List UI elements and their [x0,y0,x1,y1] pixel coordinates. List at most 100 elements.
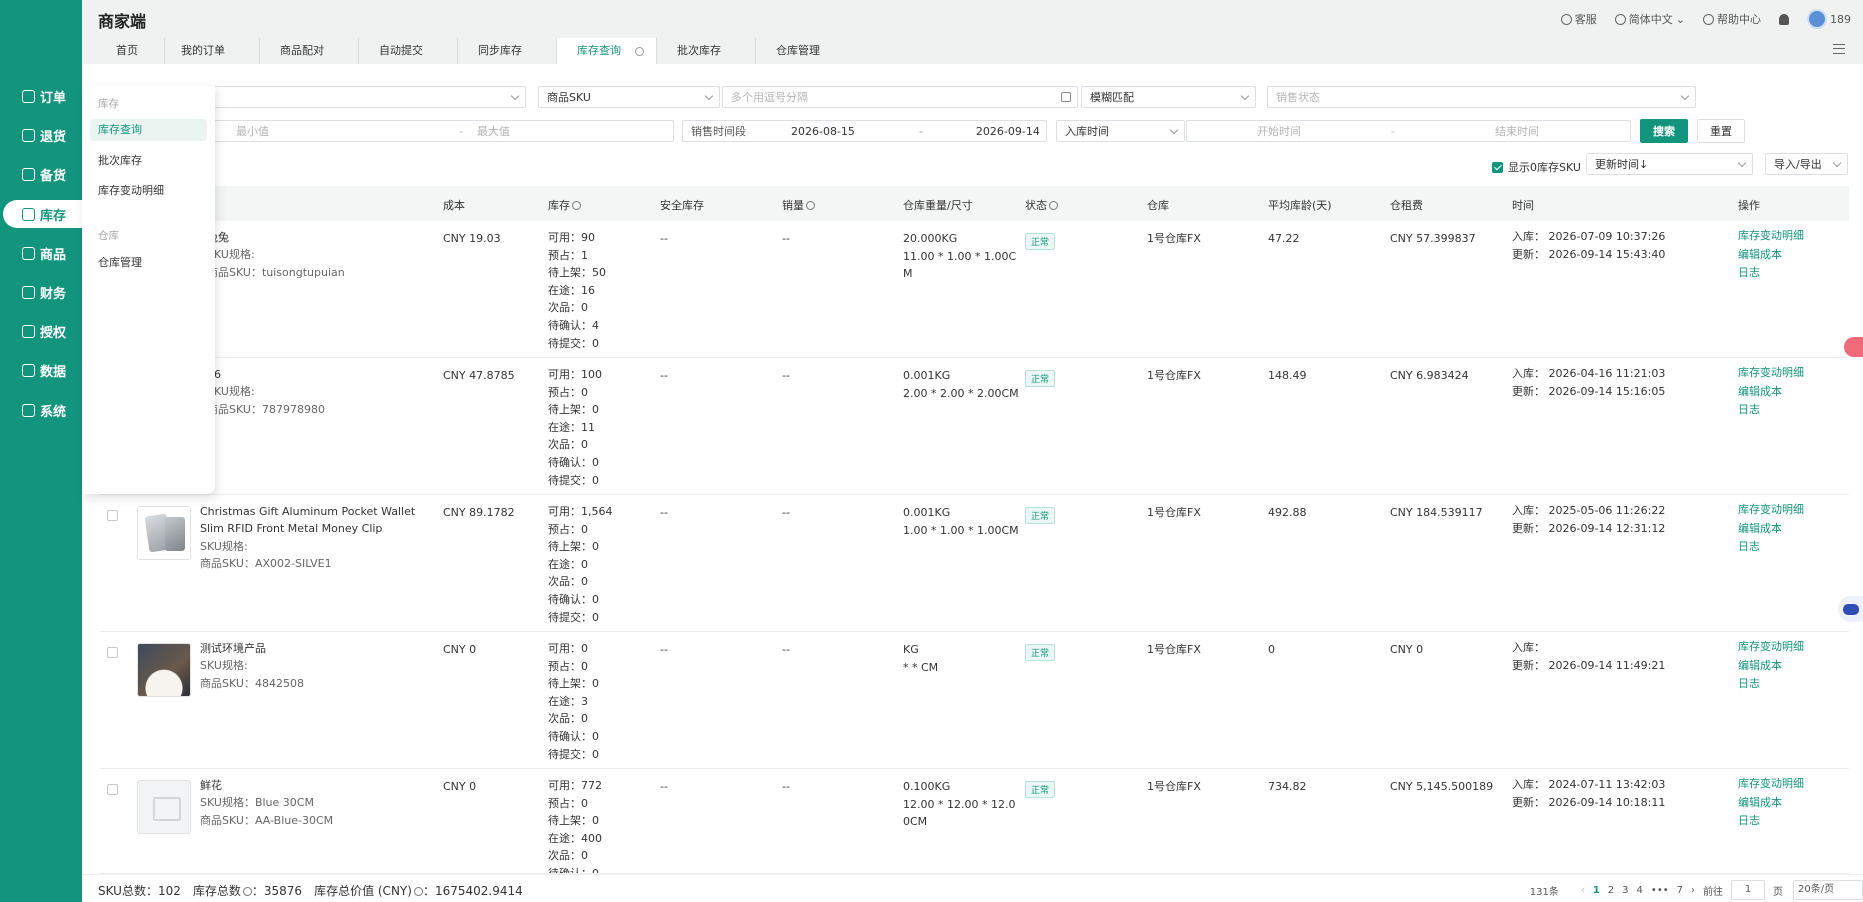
edit-cost-link[interactable]: 编辑成本 [1738,794,1804,813]
rent-value: CNY 184.539117 [1390,506,1483,519]
sidebar-item-returns[interactable]: 退货 [0,121,82,149]
product-name[interactable]: 鲜花 [200,777,425,794]
prev-page-icon[interactable]: ‹ [1577,885,1589,896]
product-name[interactable]: Christmas Gift Aluminum Pocket Wallet Sl… [200,503,425,538]
chatbot-icon[interactable] [1838,596,1863,622]
stock-line: 次品：0 [548,438,588,452]
warehouse-select[interactable] [200,86,526,108]
sidebar-item-inventory[interactable]: 库存 [3,200,82,228]
goto-page-input[interactable]: 1 [1731,880,1765,900]
batch-input-icon[interactable] [1061,92,1071,102]
tab-batch-stock[interactable]: 批次库存 [657,38,756,64]
sidebar-item-finance[interactable]: 财务 [0,278,82,306]
inbound-time: 入库： 2024-07-11 13:42:03 [1512,778,1666,791]
page-2[interactable]: 2 [1604,885,1618,896]
bell-icon[interactable] [1779,13,1789,25]
max-placeholder: 最大值 [476,125,510,138]
sku-type-select[interactable]: 商品SKU [538,86,720,108]
sidebar-item-products[interactable]: 商品 [0,239,82,267]
row-checkbox[interactable] [107,647,118,658]
sidebar-item-orders[interactable]: 订单 [0,82,82,110]
product-name[interactable]: 46 [207,366,432,383]
page-7[interactable]: 7 [1673,885,1687,896]
product-sku: 商品SKU：787978980 [207,402,325,416]
log-link[interactable]: 日志 [1738,812,1804,831]
log-link[interactable]: 日志 [1738,401,1804,420]
tab-product-pairing[interactable]: 商品配对 [260,38,359,64]
submenu-item-stock-query[interactable]: 库存查询 [90,119,207,141]
sales-end-date[interactable]: 2026-09-14 [976,125,1040,138]
edit-cost-link[interactable]: 编辑成本 [1738,246,1804,265]
tab-my-orders[interactable]: 我的订单 [165,38,260,64]
avg-age-value: 148.49 [1268,369,1307,382]
edit-cost-link[interactable]: 编辑成本 [1738,657,1804,676]
language-select[interactable]: 简体中文 ⌄ [1614,11,1685,27]
stock-changes-link[interactable]: 库存变动明细 [1738,227,1804,246]
stock-changes-link[interactable]: 库存变动明细 [1738,364,1804,383]
menu-icon[interactable] [1833,44,1845,54]
sales-start-date[interactable]: 2026-08-15 [791,125,855,138]
submenu-item-batch-stock[interactable]: 批次库存 [98,152,142,168]
floating-tool-icon[interactable] [1844,337,1863,357]
tab-auto-submit[interactable]: 自动提交 [359,38,458,64]
log-link[interactable]: 日志 [1738,264,1804,283]
row-checkbox[interactable] [107,510,118,521]
import-export-button[interactable]: 导入/导出 [1765,153,1848,175]
tab-home[interactable]: 首页 [96,38,165,64]
sidebar-item-data[interactable]: 数据 [0,356,82,384]
product-image [137,780,191,834]
submenu-item-stock-changes[interactable]: 库存变动明细 [98,182,164,198]
sidebar-item-auth[interactable]: 授权 [0,317,82,345]
stock-changes-link[interactable]: 库存变动明细 [1738,775,1804,794]
submenu-item-warehouse-mgmt[interactable]: 仓库管理 [98,254,142,270]
page-size-select[interactable]: 20条/页 [1793,880,1863,900]
help-icon[interactable] [572,201,581,210]
sidebar-item-label: 数据 [40,364,67,380]
help-icon[interactable] [413,887,423,896]
sku-spec: SKU规格: [200,659,248,673]
stock-changes-link[interactable]: 库存变动明细 [1738,501,1804,520]
product-name[interactable]: 兔兔 [207,229,432,246]
log-link[interactable]: 日志 [1738,538,1804,557]
sort-select[interactable]: 更新时间↓ [1586,153,1753,175]
page-1[interactable]: 1 [1589,885,1604,896]
time-type-select[interactable]: 入库时间 [1056,120,1185,142]
next-page-icon[interactable]: › [1687,885,1699,896]
product-name[interactable]: 测试环境产品 [200,640,425,657]
col-sales: 销量 [782,197,815,213]
reset-button[interactable]: 重置 [1697,119,1745,143]
row-checkbox[interactable] [107,784,118,795]
sku-input[interactable]: 多个用逗号分隔 [722,86,1078,108]
page-4[interactable]: 4 [1633,885,1647,896]
time-range-input[interactable]: 开始时间 - 结束时间 [1186,120,1631,142]
help-icon[interactable] [1049,201,1058,210]
sales-period-range[interactable]: 销售时间段 2026-08-15 - 2026-09-14 [682,120,1047,142]
tab-stock-query[interactable]: 库存查询 [557,38,657,64]
sidebar-item-stocking[interactable]: 备货 [0,160,82,188]
stock-line: 在途：0 [548,557,588,571]
log-link[interactable]: 日志 [1738,675,1804,694]
edit-cost-link[interactable]: 编辑成本 [1738,383,1804,402]
headset-icon [1560,13,1572,25]
search-button[interactable]: 搜索 [1640,119,1688,143]
close-icon[interactable] [635,46,644,56]
show-zero-stock-toggle[interactable]: 显示0库存SKU [1492,159,1581,175]
checkbox-checked[interactable] [1492,161,1503,173]
sidebar-item-system[interactable]: 系统 [0,396,82,424]
size-value: 1.00 * 1.00 * 1.00CM [903,523,1019,537]
stock-changes-link[interactable]: 库存变动明细 [1738,638,1804,657]
match-mode-select[interactable]: 模糊匹配 [1081,86,1256,108]
help-icon[interactable] [806,201,815,210]
help-icon[interactable] [242,887,252,896]
service-link[interactable]: 客服 [1560,11,1597,27]
edit-cost-link[interactable]: 编辑成本 [1738,520,1804,539]
stock-range-input[interactable]: 最小值 - 最大值 [200,120,674,142]
user-menu[interactable]: 189 [1807,9,1851,29]
page-more[interactable]: ••• [1647,885,1673,896]
tab-warehouse-mgmt[interactable]: 仓库管理 [756,38,840,64]
sales-status-select[interactable]: 销售状态 [1267,86,1696,108]
tab-sync-stock[interactable]: 同步库存 [458,38,557,64]
page-3[interactable]: 3 [1618,885,1632,896]
stock-line: 待确认：4 [548,318,599,332]
help-link[interactable]: 帮助中心 [1703,11,1761,27]
